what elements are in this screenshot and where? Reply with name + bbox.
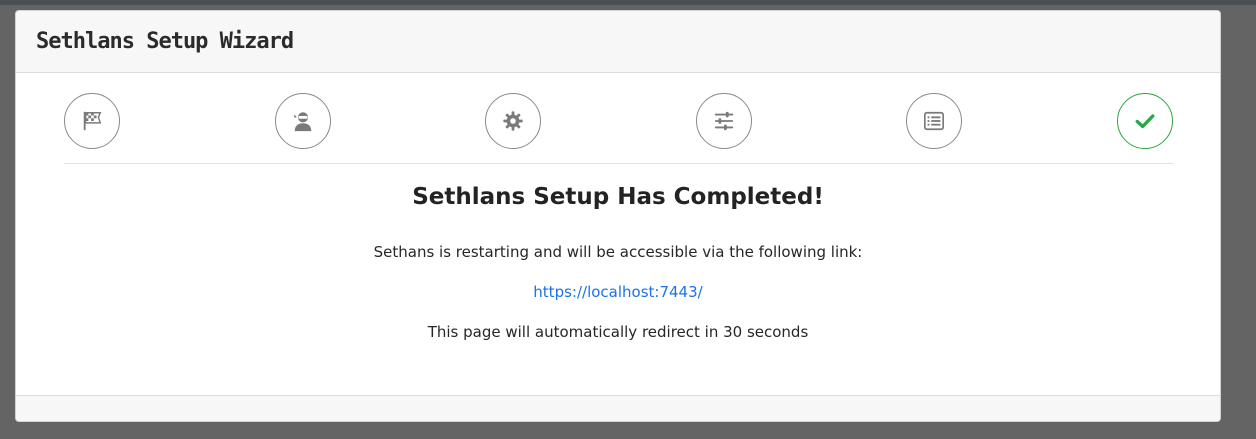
redirect-notice: This page will automatically redirect in…: [427, 323, 809, 341]
step-user[interactable]: [275, 93, 331, 149]
list-alt-icon: [924, 111, 944, 131]
step-start[interactable]: [64, 93, 120, 149]
card-footer: [16, 395, 1220, 421]
setup-wizard-card: Sethlans Setup Wizard Sethlans Setup Has…: [15, 10, 1221, 422]
sliders-icon: [714, 111, 734, 131]
completion-heading: Sethlans Setup Has Completed!: [412, 184, 824, 210]
stepper-divider: [64, 163, 1174, 164]
card-header: Sethlans Setup Wizard: [16, 11, 1220, 73]
step-settings[interactable]: [485, 93, 541, 149]
check-icon: [1135, 114, 1155, 129]
step-options[interactable]: [696, 93, 752, 149]
user-ninja-icon: [293, 112, 312, 132]
restart-message: Sethans is restarting and will be access…: [373, 243, 863, 261]
wizard-title: Sethlans Setup Wizard: [36, 29, 294, 54]
completion-panel: Sethlans Setup Has Completed! Sethans is…: [16, 179, 1220, 343]
gear-icon: [503, 111, 523, 131]
step-complete[interactable]: [1117, 93, 1173, 149]
checkered-flag-icon: [83, 111, 102, 131]
step-summary[interactable]: [906, 93, 962, 149]
top-bar: [0, 0, 1256, 5]
wizard-stepper: [64, 93, 1174, 149]
localhost-link[interactable]: https://localhost:7443/: [533, 281, 702, 303]
